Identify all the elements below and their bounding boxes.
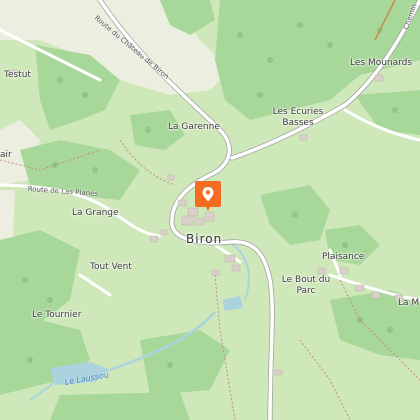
- place-label-le-bout-du-parc: Le Bout du Parc: [281, 275, 331, 296]
- place-label-la-grange: La Grange: [72, 208, 119, 218]
- place-label-plaisance: Plaisance: [322, 252, 365, 262]
- place-label-biron: Biron: [186, 232, 223, 246]
- place-label-tout-vent: Tout Vent: [90, 262, 132, 272]
- place-label-le-tournier: Le Tournier: [32, 310, 82, 320]
- place-label-les-ecuries-basses: Les Écuries Basses: [272, 107, 324, 128]
- place-label-les-mounards: Les Mounards: [350, 58, 413, 68]
- map-canvas[interactable]: Biron Testut La Garenne Les Mounards Les…: [0, 0, 420, 420]
- place-label-air: air: [0, 150, 12, 160]
- forest-area: [50, 392, 190, 420]
- location-marker[interactable]: [195, 181, 221, 211]
- map-pin-icon: [195, 181, 221, 211]
- place-label-la-m: La M: [398, 298, 420, 308]
- place-label-testut: Testut: [4, 70, 31, 80]
- place-label-la-garenne: La Garenne: [168, 122, 220, 132]
